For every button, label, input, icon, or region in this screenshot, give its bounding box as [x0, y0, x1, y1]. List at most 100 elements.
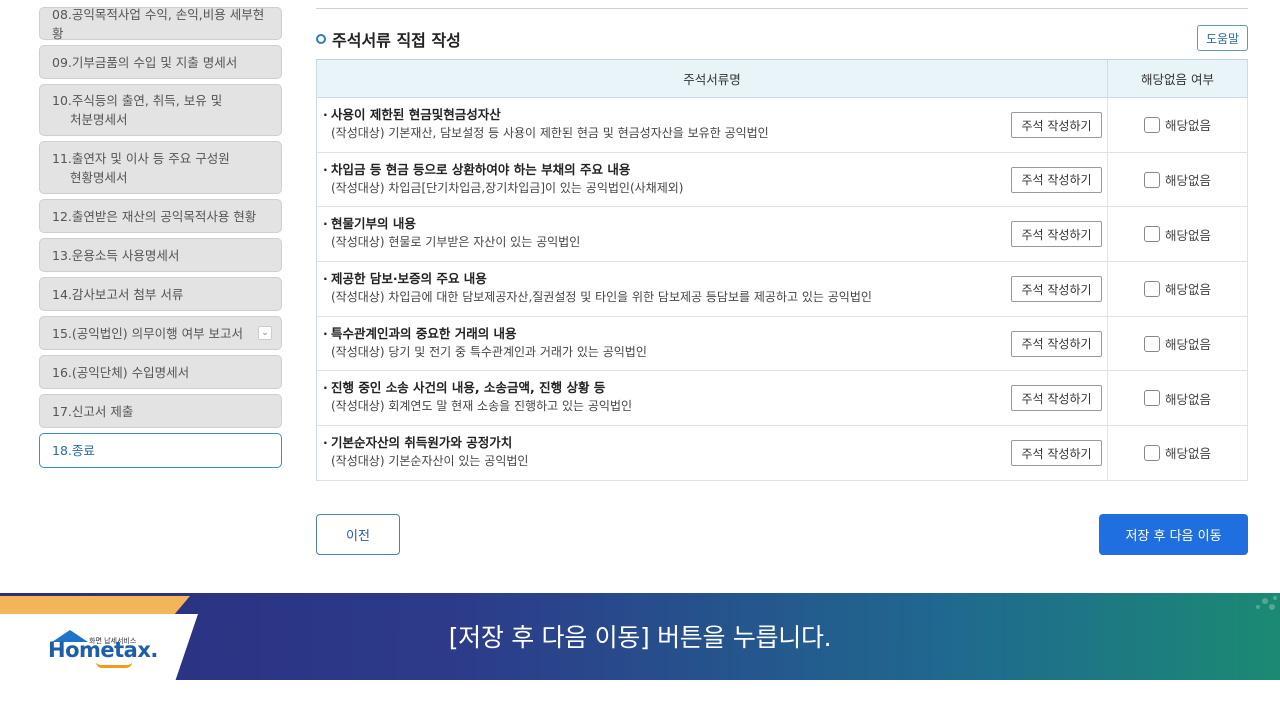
chevron-down-icon[interactable]: ⌄: [258, 326, 272, 340]
sidebar-item-10[interactable]: 10.주식등의 출연, 취득, 보유 및 처분명세서: [39, 84, 282, 136]
sidebar-item-label: 13.운용소득 사용명세서: [52, 247, 180, 263]
na-label: 해당없음: [1164, 227, 1211, 243]
help-button[interactable]: 도움말: [1197, 25, 1248, 51]
na-label: 해당없음: [1164, 282, 1211, 298]
table-row: · 특수관계인과의 중요한 거래의 내용 (작성대상) 당기 및 전기 중 특수관…: [317, 316, 1248, 372]
write-note-button[interactable]: 주석 작성하기: [1011, 330, 1102, 357]
table-cell-name: · 특수관계인과의 중요한 거래의 내용 (작성대상) 당기 및 전기 중 특수관…: [317, 316, 1108, 371]
row-title: · 사용이 제한된 현금및현금성자산: [323, 107, 501, 122]
write-note-button[interactable]: 주석 작성하기: [1011, 221, 1102, 248]
page: 08.공익목적사업 수익, 손익,비용 세부현황 09.기부금품의 수입 및 지…: [0, 0, 1280, 720]
table-cell-name: · 사용이 제한된 현금및현금성자산 (작성대상) 기본재산, 담보설정 등 사용…: [317, 98, 1108, 152]
sidebar-item-17[interactable]: 17.신고서 제출: [39, 394, 282, 428]
na-label: 해당없음: [1164, 118, 1211, 134]
sidebar-item-label: 08.공익목적사업 수익, 손익,비용 세부현황: [52, 6, 265, 41]
row-subtitle: (작성대상) 현물로 기부받은 자산이 있는 공익법인: [331, 235, 581, 250]
table-row: · 사용이 제한된 현금및현금성자산 (작성대상) 기본재산, 담보설정 등 사용…: [317, 98, 1248, 153]
row-title: · 특수관계인과의 중요한 거래의 내용: [323, 325, 517, 341]
section-title-text: 주석서류 직접 작성: [332, 31, 461, 50]
dot-pattern-icon: [1256, 596, 1277, 610]
section-title: 주석서류 직접 작성: [316, 27, 461, 51]
table-cell-na: 해당없음: [1108, 316, 1248, 371]
table-cell-name: · 기본순자산의 취득원가와 공정가치 (작성대상) 기본순자산이 있는 공익법인…: [317, 426, 1108, 480]
save-next-button[interactable]: 저장 후 다음 이동: [1099, 514, 1248, 555]
write-note-button[interactable]: 주석 작성하기: [1011, 385, 1102, 412]
table-cell-na: 해당없음: [1108, 98, 1248, 152]
row-title-text: 기본순자산의 취득원가와 공정가치: [331, 435, 513, 451]
sidebar-item-11[interactable]: 11.출연자 및 이사 등 주요 구성원현황명세서: [39, 141, 282, 194]
na-label: 해당없음: [1164, 391, 1211, 407]
sidebar-item-16[interactable]: 16.(공익단체) 수입명세서: [39, 355, 282, 389]
sidebar-item-08[interactable]: 08.공익목적사업 수익, 손익,비용 세부현황: [39, 6, 282, 41]
na-label: 해당없음: [1164, 173, 1211, 189]
na-checkbox[interactable]: [1143, 335, 1160, 352]
na-checkbox[interactable]: [1143, 444, 1160, 461]
na-label: 해당없음: [1164, 446, 1211, 462]
notes-table: 주석서류명 해당없음 여부 · 사용이 제한된 현금및현금성자산 (작성대상) 기…: [316, 59, 1248, 481]
table-row: · 차입금 등 현금 등으로 상환하여야 하는 부채의 주요 내용 (작성대상) …: [317, 152, 1248, 208]
table-cell-name: · 진행 중인 소송 사건의 내용, 소송금액, 진행 상황 등 (작성대상) 회…: [317, 371, 1108, 426]
table-cell-name: · 제공한 담보·보증의 주요 내용 (작성대상) 차입금에 대한 담보제공자산,…: [317, 262, 1108, 316]
sidebar-item-12[interactable]: 12.출연받은 재산의 공익목적사용 현황: [39, 199, 282, 233]
table-cell-name: · 차입금 등 현금 등으로 상환하여야 하는 부채의 주요 내용 (작성대상) …: [317, 152, 1108, 207]
sidebar-item-label: 16.(공익단체) 수입명세서: [52, 364, 190, 380]
caption-text: [저장 후 다음 이동] 버튼을 누릅니다.: [448, 623, 832, 652]
row-subtitle: (작성대상) 차입금[단기차입금,장기차입금]이 있는 공익법인(사채제외): [331, 180, 684, 195]
table-cell-na: 해당없음: [1108, 262, 1248, 316]
table-cell-na: 해당없음: [1108, 371, 1248, 426]
sidebar-item-label: 17.신고서 제출: [52, 403, 134, 419]
table-cell-na: 해당없음: [1108, 152, 1248, 207]
row-title: · 제공한 담보·보증의 주요 내용: [323, 271, 487, 287]
row-subtitle: (작성대상) 회계연도 말 현재 소송을 진행하고 있는 공익법인: [331, 399, 633, 414]
column-header-name: 주석서류명: [317, 60, 1108, 97]
na-checkbox[interactable]: [1143, 226, 1160, 243]
na-checkbox[interactable]: [1143, 390, 1160, 407]
write-note-button[interactable]: 주석 작성하기: [1011, 166, 1102, 193]
sidebar-item-15[interactable]: 15.(공익법인) 의무이행 여부 보고서 ⌄: [39, 316, 282, 350]
sidebar-item-14[interactable]: 14.감사보고서 첨부 서류: [39, 277, 282, 311]
na-label: 해당없음: [1164, 337, 1211, 353]
sidebar-item-18[interactable]: 18.종료: [39, 433, 282, 468]
sidebar-item-09[interactable]: 09.기부금품의 수입 및 지출 명세서: [39, 45, 282, 79]
sidebar-item-label: 11.출연자 및 이사 등 주요 구성원현황명세서: [52, 149, 230, 187]
logo-swoosh: [96, 662, 132, 668]
column-header-na: 해당없음 여부: [1108, 60, 1248, 97]
write-note-button[interactable]: 주석 작성하기: [1011, 112, 1102, 138]
sidebar-item-13[interactable]: 13.운용소득 사용명세서: [39, 238, 282, 272]
na-checkbox[interactable]: [1143, 116, 1160, 133]
table-header: 주석서류명 해당없음 여부: [317, 60, 1248, 98]
na-checkbox[interactable]: [1143, 171, 1160, 188]
table-row: · 제공한 담보·보증의 주요 내용 (작성대상) 차입금에 대한 담보제공자산,…: [317, 262, 1248, 317]
row-title-text: 제공한 담보·보증의 주요 내용: [331, 271, 487, 287]
sidebar-item-label: 18.종료: [52, 443, 95, 458]
row-title: · 기본순자산의 취득원가와 공정가치: [323, 435, 513, 451]
sidebar-item-label-line1: 11.출연자 및 이사 등 주요 구성원: [52, 150, 230, 166]
row-title-text: 차입금 등 현금 등으로 상환하여야 하는 부채의 주요 내용: [331, 161, 631, 177]
banner-accent: [0, 596, 190, 614]
write-note-button[interactable]: 주석 작성하기: [1011, 276, 1102, 303]
table-cell-na: 해당없음: [1108, 426, 1248, 480]
na-checkbox[interactable]: [1143, 280, 1160, 297]
row-title-text: 특수관계인과의 중요한 거래의 내용: [331, 325, 517, 341]
row-subtitle: (작성대상) 기본순자산이 있는 공익법인: [331, 454, 529, 469]
hometax-logo: Hometax.: [48, 638, 158, 662]
write-note-button[interactable]: 주석 작성하기: [1011, 440, 1102, 467]
table-row: · 기본순자산의 취득원가와 공정가치 (작성대상) 기본순자산이 있는 공익법인…: [317, 426, 1248, 481]
circle-bullet-icon: [316, 34, 326, 44]
table-row: · 진행 중인 소송 사건의 내용, 소송금액, 진행 상황 등 (작성대상) 회…: [317, 371, 1248, 427]
sidebar-item-label-line2: 현황명세서: [70, 169, 128, 185]
row-title: · 현물기부의 내용: [323, 216, 416, 232]
sidebar-item-label: 15.(공익법인) 의무이행 여부 보고서: [52, 325, 244, 341]
sidebar-item-label: 12.출연받은 재산의 공익목적사용 현황: [52, 208, 257, 224]
sidebar-item-label: 10.주식등의 출연, 취득, 보유 및 처분명세서: [52, 91, 222, 129]
divider: [316, 8, 1248, 9]
row-subtitle: (작성대상) 기본재산, 담보설정 등 사용이 제한된 현금 및 현금성자산을 …: [331, 126, 769, 140]
sidebar-item-label: 09.기부금품의 수입 및 지출 명세서: [52, 54, 238, 70]
sidebar-item-label-line1: 10.주식등의 출연, 취득, 보유 및: [52, 93, 223, 108]
row-subtitle: (작성대상) 차입금에 대한 담보제공자산,질권설정 및 타인을 위한 담보제공…: [331, 290, 872, 305]
row-subtitle: (작성대상) 당기 및 전기 중 특수관계인과 거래가 있는 공익법인: [331, 344, 647, 359]
row-title-text: 진행 중인 소송 사건의 내용, 소송금액, 진행 상황 등: [331, 380, 606, 396]
prev-button[interactable]: 이전: [316, 514, 400, 555]
row-title: · 진행 중인 소송 사건의 내용, 소송금액, 진행 상황 등: [323, 380, 606, 396]
sidebar-item-label: 14.감사보고서 첨부 서류: [52, 286, 184, 302]
